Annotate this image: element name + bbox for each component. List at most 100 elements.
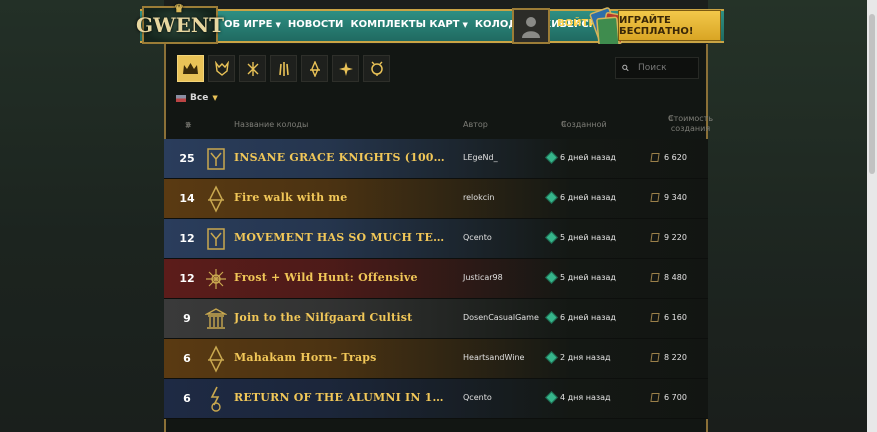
deck-count: 12 xyxy=(179,272,195,285)
gwent-logo[interactable]: ♛ GWENT xyxy=(136,2,224,44)
deck-name[interactable]: Frost + Wild Hunt: Offensive xyxy=(234,271,449,284)
faction-filter-all[interactable] xyxy=(177,55,204,82)
deck-created-text: 5 дней назад xyxy=(560,233,616,242)
deck-author[interactable]: Qcento xyxy=(463,393,492,402)
faction-filter-monsters[interactable] xyxy=(208,55,235,82)
deck-name[interactable]: RETURN OF THE ALUMNI IN 10.7 xyxy=(234,391,449,404)
search-input[interactable] xyxy=(636,62,698,74)
menu-item-news[interactable]: Новости xyxy=(286,15,349,30)
faction-filter-nilfgaard[interactable] xyxy=(270,55,297,82)
language-filter-label: Все xyxy=(190,93,209,103)
page-background-right xyxy=(708,0,877,432)
scoiatael-icon xyxy=(204,183,228,215)
faction-filter-syndicate[interactable] xyxy=(363,55,390,82)
monsters-icon xyxy=(204,263,228,295)
deck-author[interactable]: DosenCasualGame xyxy=(463,313,539,322)
scrollbar-thumb[interactable] xyxy=(869,14,875,174)
menu-item-label: Новости xyxy=(287,19,344,30)
deck-created-text: 4 дня назад xyxy=(560,393,611,402)
deck-created: 2 дня назад xyxy=(545,351,611,364)
deck-author[interactable]: relokcin xyxy=(463,193,494,202)
menu-item-about[interactable]: Об игре ▼ xyxy=(222,15,286,30)
gem-icon xyxy=(545,311,558,324)
gem-icon xyxy=(545,191,558,204)
menu-item-card-sets[interactable]: Комплекты карт ▼ xyxy=(348,15,472,30)
deck-author[interactable]: LEgeNd_ xyxy=(463,153,498,162)
deck-cost-value: 9 220 xyxy=(664,233,687,242)
gem-icon xyxy=(545,231,558,244)
deck-created: 6 дней назад xyxy=(545,191,616,204)
sort-icon: ⇅ xyxy=(185,121,191,129)
flag-icon xyxy=(176,94,186,102)
syndicate-icon xyxy=(204,383,228,415)
scraps-icon xyxy=(650,353,660,362)
deck-created-text: 6 дней назад xyxy=(560,193,616,202)
deck-created: 5 дней назад xyxy=(545,231,616,244)
menu-item-label: Об игре xyxy=(224,19,273,30)
scoiatael-icon xyxy=(309,60,320,77)
deck-count: 6 xyxy=(183,392,191,405)
page-scrollbar[interactable] xyxy=(867,0,877,432)
deck-name[interactable]: INSANE GRACE KNIGHTS (100+ POINTS) xyxy=(234,151,449,164)
deck-author[interactable]: Qcento xyxy=(463,233,492,242)
scoiatael-icon xyxy=(204,343,228,375)
header-name: Название колоды xyxy=(234,120,309,129)
scraps-icon xyxy=(650,393,660,402)
faction-filter-scoiatael[interactable] xyxy=(301,55,328,82)
sort-icon: ⇅ xyxy=(668,115,674,123)
northern-realms-icon xyxy=(338,61,353,76)
table-row[interactable]: 12 Frost + Wild Hunt: Offensive Justicar98… xyxy=(164,259,708,299)
northern-realms-icon xyxy=(204,143,228,175)
deck-name[interactable]: Fire walk with me xyxy=(234,191,449,204)
faction-filter-northern-realms[interactable] xyxy=(332,55,359,82)
monsters-icon xyxy=(214,61,229,76)
deck-cost-value: 6 160 xyxy=(664,313,687,322)
gem-icon xyxy=(545,271,558,284)
deck-created: 6 дней назад xyxy=(545,151,616,164)
deck-name[interactable]: Join to the Nilfgaard Cultist xyxy=(234,311,449,324)
gem-icon xyxy=(545,391,558,404)
scraps-icon xyxy=(650,313,660,322)
caret-down-icon: ▼ xyxy=(462,21,468,29)
table-row[interactable]: 12 MOVEMENT HAS SO MUCH TEMPO IN ... Qcent… xyxy=(164,219,708,259)
deck-created-text: 6 дней назад xyxy=(560,313,616,322)
faction-filter-skellige[interactable] xyxy=(239,55,266,82)
caret-down-icon: ▼ xyxy=(275,21,281,29)
deck-name[interactable]: MOVEMENT HAS SO MUCH TEMPO IN ... xyxy=(234,231,449,244)
crown-icon: ♛ xyxy=(174,2,184,15)
deck-cost-value: 6 620 xyxy=(664,153,687,162)
nilfgaard-icon xyxy=(204,303,228,335)
header-created-label: Созданной xyxy=(561,120,607,129)
deck-created-text: 6 дней назад xyxy=(560,153,616,162)
deck-name[interactable]: Mahakam Horn- Traps xyxy=(234,351,449,364)
user-silhouette-icon xyxy=(522,17,540,38)
header-author: Автор xyxy=(463,120,488,129)
nilfgaard-icon xyxy=(278,61,289,76)
table-row[interactable]: 6 RETURN OF THE ALUMNI IN 10.7 Qcento 4 дня… xyxy=(164,379,708,419)
table-row[interactable]: 9 Join to the Nilfgaard Cultist DosenCasua… xyxy=(164,299,708,339)
deck-author[interactable]: HeartsandWine xyxy=(463,353,524,362)
gem-icon xyxy=(545,351,558,364)
deck-count: 25 xyxy=(179,152,195,165)
deck-author[interactable]: Justicar98 xyxy=(463,273,503,282)
avatar[interactable] xyxy=(512,8,550,44)
deck-cost: 6 160 xyxy=(650,313,687,322)
table-row[interactable]: 14 Fire walk with me relokcin 6 дней назад 9… xyxy=(164,179,708,219)
table-row[interactable]: 25 INSANE GRACE KNIGHTS (100+ POINTS) LEge… xyxy=(164,139,708,179)
sort-icon: ⇅ xyxy=(561,120,567,128)
northern-realms-icon xyxy=(204,223,228,255)
all-factions-icon xyxy=(183,63,198,74)
search-box[interactable] xyxy=(615,57,699,79)
deck-cost-value: 8 480 xyxy=(664,273,687,282)
syndicate-icon xyxy=(370,61,383,76)
deck-cost: 9 220 xyxy=(650,233,687,242)
play-free-button[interactable]: Играйте бесплатно! xyxy=(618,10,721,41)
menu-item-label: Комплекты карт xyxy=(350,19,460,30)
language-filter[interactable]: Все ▼ xyxy=(176,93,218,103)
page-background-left xyxy=(0,0,164,432)
decks-table: 25 INSANE GRACE KNIGHTS (100+ POINTS) LEge… xyxy=(164,139,708,419)
skellige-icon xyxy=(247,61,258,76)
table-row[interactable]: 6 Mahakam Horn- Traps HeartsandWine 2 дня н… xyxy=(164,339,708,379)
logo-text: GWENT xyxy=(136,13,224,37)
scraps-icon xyxy=(650,153,660,162)
